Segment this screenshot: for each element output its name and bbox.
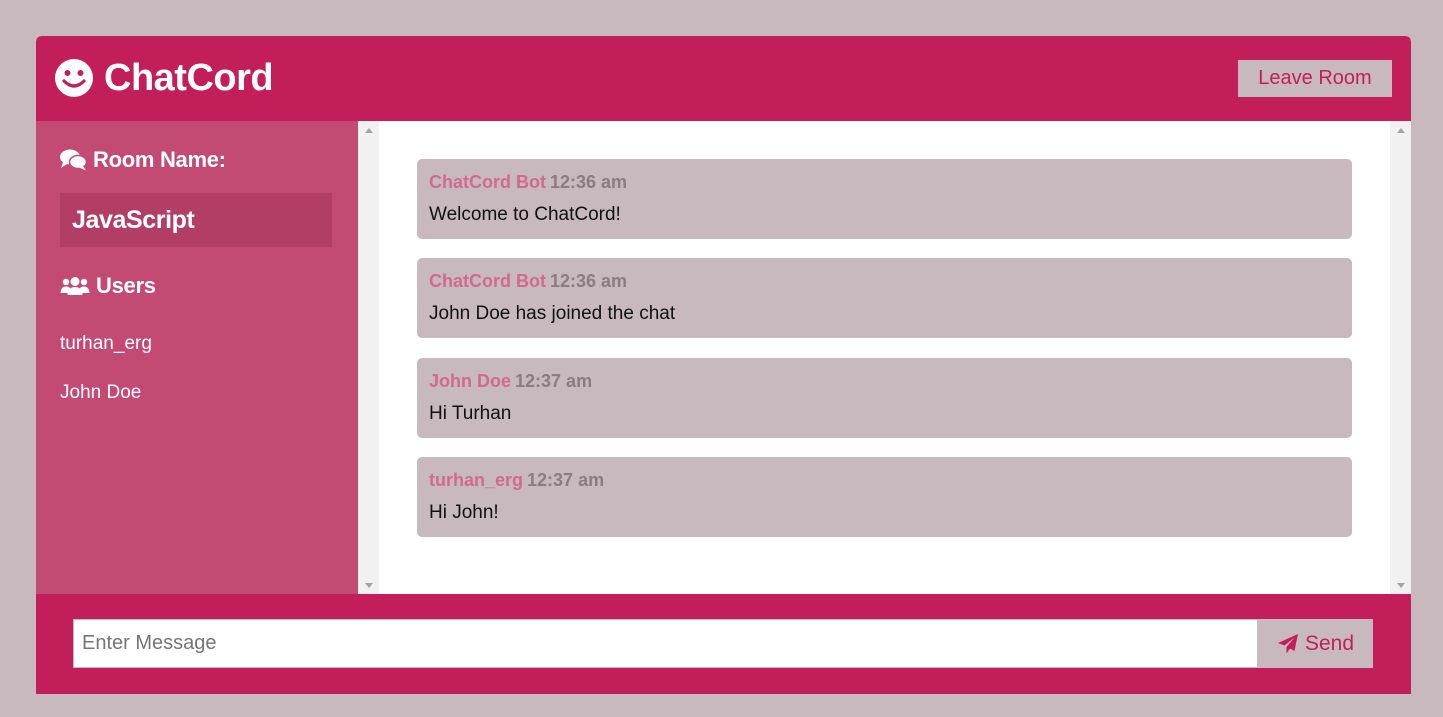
message-text: Hi Turhan (429, 403, 512, 424)
user-item: turhan_erg (60, 333, 152, 354)
message-meta: ChatCord Bot 12:36 am (429, 172, 627, 193)
message-meta: ChatCord Bot 12:36 am (429, 271, 627, 292)
sidebar: Room Name: JavaScript Users turhan_erg J… (36, 121, 358, 594)
room-name: JavaScript (72, 206, 195, 234)
message: turhan_erg 12:37 am Hi John! (417, 457, 1352, 537)
message-author: turhan_erg (429, 470, 524, 490)
app-logo: ChatCord (54, 56, 274, 100)
comments-icon (60, 149, 87, 171)
room-name-heading: Room Name: (60, 147, 226, 173)
chat-messages: ChatCord Bot 12:36 am Welcome to ChatCord… (379, 121, 1390, 594)
message: John Doe 12:37 am Hi Turhan (417, 358, 1352, 438)
chat-container: ChatCord Leave Room Room Name: JavaScrip… (36, 36, 1411, 694)
sidebar-scrollbar[interactable] (358, 121, 379, 594)
leave-room-button[interactable]: Leave Room (1238, 60, 1392, 97)
message-meta: John Doe 12:37 am (429, 371, 592, 392)
message-meta: turhan_erg 12:37 am (429, 470, 604, 491)
users-icon (60, 277, 90, 295)
message-author: ChatCord Bot (429, 172, 546, 192)
chat-form-container: Send (36, 594, 1411, 694)
scroll-up-arrow[interactable] (358, 123, 379, 137)
message-author: ChatCord Bot (429, 271, 546, 291)
message: ChatCord Bot 12:36 am Welcome to ChatCord… (417, 159, 1352, 239)
scroll-up-arrow[interactable] (1390, 123, 1411, 137)
users-heading: Users (60, 273, 156, 299)
send-button-label: Send (1304, 631, 1355, 655)
room-name-box: JavaScript (60, 193, 332, 247)
scroll-down-arrow[interactable] (358, 578, 379, 592)
message-text: John Doe has joined the chat (429, 303, 676, 324)
messages-scrollbar[interactable] (1390, 121, 1411, 594)
message-author: John Doe (429, 371, 512, 391)
smile-icon (54, 58, 94, 98)
message-text: Hi John! (429, 502, 499, 523)
paper-plane-icon (1277, 633, 1298, 653)
user-item: John Doe (60, 382, 142, 403)
message-time: 12:37 am (527, 470, 605, 490)
message-time: 12:37 am (515, 371, 593, 391)
message: ChatCord Bot 12:36 am John Doe has joined… (417, 258, 1352, 338)
scroll-down-arrow[interactable] (1390, 578, 1411, 592)
app-title: ChatCord (104, 56, 274, 99)
message-input[interactable] (73, 619, 1258, 668)
room-name-heading-label: Room Name: (93, 147, 226, 172)
message-time: 12:36 am (549, 271, 628, 291)
message-text: Welcome to ChatCord! (429, 204, 621, 225)
chat-header: ChatCord Leave Room (36, 36, 1411, 121)
message-time: 12:36 am (549, 172, 628, 192)
users-heading-label: Users (96, 273, 156, 298)
send-button[interactable]: Send (1258, 619, 1373, 668)
